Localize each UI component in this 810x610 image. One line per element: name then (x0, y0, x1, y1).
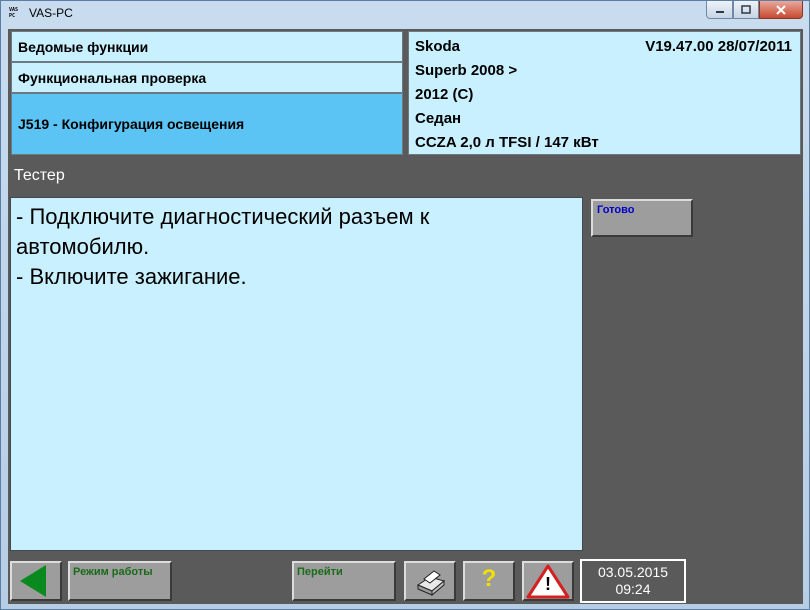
close-icon (776, 4, 786, 15)
operating-mode-button[interactable]: Режим работы (68, 561, 172, 601)
vas-pc-app-icon: VAS PC (9, 7, 21, 21)
window-title: VAS-PC (29, 6, 73, 20)
warning-symbol: ! (545, 574, 551, 594)
help-icon: ? (481, 565, 497, 592)
vehicle-info-panel: Skoda V19.47.00 28/07/2011 Superb 2008 >… (408, 31, 801, 155)
instruction-line: - Включите зажигание. (16, 264, 247, 289)
client-area: Ведомые функции Функциональная проверка … (8, 29, 803, 604)
close-button[interactable] (759, 1, 803, 19)
breadcrumb: Ведомые функции Функциональная проверка … (8, 31, 406, 155)
title-bar[interactable]: VAS PC VAS-PC (1, 1, 809, 27)
help-button[interactable]: ? (463, 561, 515, 601)
operating-mode-label: Режим работы (73, 566, 153, 578)
vehicle-years: 2012 (C) (415, 86, 474, 103)
warning-button[interactable]: ! (522, 561, 574, 601)
time-text: 09:24 (615, 581, 651, 597)
minimize-button[interactable] (706, 1, 733, 19)
app-icon-line-2: PC (9, 13, 16, 19)
vehicle-model: Superb 2008 > (415, 62, 518, 79)
software-version: V19.47.00 28/07/2011 (645, 38, 792, 55)
print-button[interactable] (404, 561, 456, 601)
maximize-button[interactable] (733, 1, 759, 19)
vehicle-brand: Skoda (415, 38, 461, 55)
panel-label: Тестер (14, 167, 65, 184)
breadcrumb-item-guided-functions[interactable]: Ведомые функции (11, 31, 403, 62)
maximize-icon (741, 4, 751, 14)
vehicle-body: Седан (415, 110, 462, 127)
minimize-icon (715, 10, 724, 13)
back-button[interactable] (10, 561, 62, 601)
breadcrumb-item-functional-test[interactable]: Функциональная проверка (11, 62, 403, 93)
goto-label: Перейти (297, 566, 343, 578)
printer-icon (416, 570, 446, 597)
goto-button[interactable]: Перейти (292, 561, 396, 601)
back-arrow-icon (20, 565, 46, 597)
date-text: 03.05.2015 (597, 564, 669, 580)
instruction-line: автомобилю. (16, 234, 150, 259)
instruction-text-box: - Подключите диагностический разъем к ав… (10, 197, 583, 551)
date-time-display: 03.05.2015 09:24 (580, 559, 686, 603)
done-button[interactable]: Готово (591, 199, 693, 237)
vehicle-engine: CCZA 2,0 л TFSI / 147 кВт (415, 134, 599, 151)
application-window: VAS PC VAS-PC Ведомые функции Функционал… (0, 0, 810, 610)
breadcrumb-item-lighting-config[interactable]: J519 - Конфигурация освещения (11, 93, 403, 155)
window-controls (706, 1, 803, 21)
instruction-line: - Подключите диагностический разъем к (16, 204, 430, 229)
